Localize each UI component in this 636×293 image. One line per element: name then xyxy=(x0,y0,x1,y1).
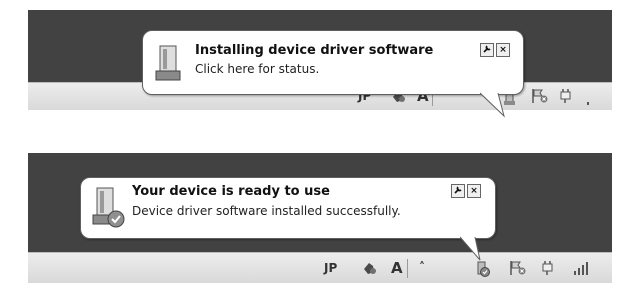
power-plug-icon[interactable] xyxy=(540,260,556,276)
screenshot-ready: JP A ˄ Your device is ready to use Devic… xyxy=(28,153,612,283)
device-ready-tray-icon[interactable] xyxy=(474,260,490,277)
close-button[interactable]: × xyxy=(496,43,510,57)
power-plug-icon[interactable] xyxy=(558,88,574,104)
wrench-icon xyxy=(483,45,491,53)
notification-message[interactable]: Device driver software installed success… xyxy=(132,204,401,218)
notification-message[interactable]: Click here for status. xyxy=(195,62,319,76)
printer-device-icon xyxy=(154,44,182,86)
balloon-tail xyxy=(480,92,505,118)
close-button[interactable]: × xyxy=(467,184,481,198)
ime-indicator-icon[interactable] xyxy=(361,260,377,276)
printer-device-check-icon xyxy=(91,186,127,234)
show-hidden-icons-button[interactable]: ˄ xyxy=(419,260,425,274)
network-icon[interactable] xyxy=(586,91,596,107)
notification-balloon[interactable]: Installing device driver software Click … xyxy=(142,30,524,95)
options-button[interactable] xyxy=(451,184,465,198)
balloon-tail xyxy=(460,236,481,261)
action-center-flag-icon[interactable] xyxy=(509,260,526,276)
notification-title: Installing device driver software xyxy=(195,43,434,58)
taskbar: JP A ˄ xyxy=(28,252,612,283)
language-indicator[interactable]: JP xyxy=(324,261,337,275)
ime-mode[interactable]: A xyxy=(391,259,403,277)
tray-divider xyxy=(407,259,408,278)
screenshot-installing: JP A ˄ Installing device driver software… xyxy=(28,10,612,118)
notification-title: Your device is ready to use xyxy=(132,184,330,199)
action-center-flag-icon[interactable] xyxy=(531,88,548,104)
notification-area: JP A ˄ xyxy=(28,253,612,280)
options-button[interactable] xyxy=(480,43,494,57)
wrench-icon xyxy=(454,186,462,194)
notification-balloon[interactable]: Your device is ready to use Device drive… xyxy=(80,177,496,239)
network-signal-icon[interactable] xyxy=(573,260,589,276)
